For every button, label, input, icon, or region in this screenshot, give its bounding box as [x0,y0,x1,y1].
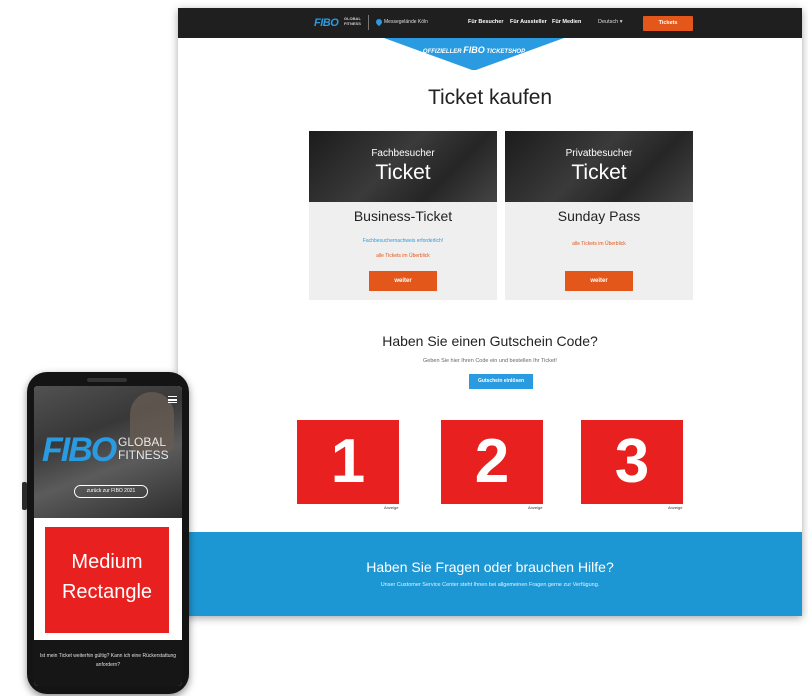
nav-fuer-medien[interactable]: Für Medien [552,19,581,25]
ad-label: Anzeige [528,505,543,510]
redeem-voucher-button[interactable]: Gutschein einlösen [469,374,533,389]
ad-text-line-2: Rectangle [61,581,153,603]
fibo-logo[interactable]: FIBO [314,17,339,29]
help-section: Haben Sie Fragen oder brauchen Hilfe? Un… [178,532,802,616]
medium-rectangle-ad[interactable]: Medium Rectangle [45,527,169,633]
card-ticket-label: Ticket [571,161,627,184]
weiter-button[interactable]: weiter [369,271,437,291]
help-title: Haben Sie Fragen oder brauchen Hilfe? [366,559,614,575]
location-text[interactable]: Messegelände Köln [384,19,428,25]
ad-text-line-1: Medium [71,551,143,573]
nav-fuer-besucher[interactable]: Für Besucher [468,19,503,25]
card-category: Fachbesucher [371,148,435,159]
ad-slot-2[interactable]: 2 [441,420,543,504]
phone-fibo-logo: FIBO [42,431,117,469]
ticketshop-banner-text: OFFIZIELLER FIBO TICKETSHOP [422,45,526,55]
voucher-title: Haben Sie einen Gutschein Code? [382,333,598,349]
phone-logo-subtitle: GLOBAL FITNESS [118,435,169,462]
location-pin-icon [374,17,384,27]
ad-label: Anzeige [668,505,683,510]
fibo-logo-subtitle: GLOBAL FITNESS [344,16,361,26]
card-title: Business-Ticket [353,208,453,224]
nav-fuer-aussteller[interactable]: Für Aussteller [510,19,547,25]
header-divider [368,15,369,30]
faq-text[interactable]: Ist mein Ticket weiterhin gültig? Kann i… [38,652,178,670]
ad-slot-3[interactable]: 3 [581,420,683,504]
sunday-pass-card: Privatbesucher Ticket Sunday Pass alle T… [505,131,693,300]
language-selector[interactable]: Deutsch ▾ [598,19,622,25]
page-title: Ticket kaufen [427,86,553,109]
back-to-fibo-button[interactable]: zurück zur FIBO 2021 [74,485,148,498]
card-link-overview[interactable]: alle Tickets im Überblick [309,253,497,259]
card-link-requirement[interactable]: Fachbesuchernachweis erforderlich! [309,238,497,244]
card-category: Privatbesucher [565,148,633,159]
card-link-overview[interactable]: alle Tickets im Überblick [505,241,693,247]
phone-mockup: FIBO GLOBAL FITNESS zurück zur FIBO 2021… [27,372,189,694]
ad-label: Anzeige [384,505,399,510]
business-ticket-card: Fachbesucher Ticket Business-Ticket Fach… [309,131,497,300]
phone-speaker [87,378,127,382]
desktop-page: FIBO GLOBAL FITNESS Messegelände Köln Fü… [178,8,802,616]
phone-screen: FIBO GLOBAL FITNESS zurück zur FIBO 2021… [34,386,182,686]
menu-icon[interactable] [168,396,177,403]
card-ticket-label: Ticket [375,161,431,184]
help-subtitle: Unser Customer Service Center steht Ihne… [380,582,600,588]
tickets-button[interactable]: Tickets [643,16,693,31]
weiter-button[interactable]: weiter [565,271,633,291]
top-navigation: FIBO GLOBAL FITNESS Messegelände Köln Fü… [178,8,802,38]
voucher-subtitle: Geben Sie hier Ihren Code ein und bestel… [423,358,557,364]
card-title: Sunday Pass [557,208,641,224]
phone-faq-footer: Ist mein Ticket weiterhin gültig? Kann i… [34,640,182,686]
ad-slot-1[interactable]: 1 [297,420,399,504]
phone-side-button [22,482,27,510]
